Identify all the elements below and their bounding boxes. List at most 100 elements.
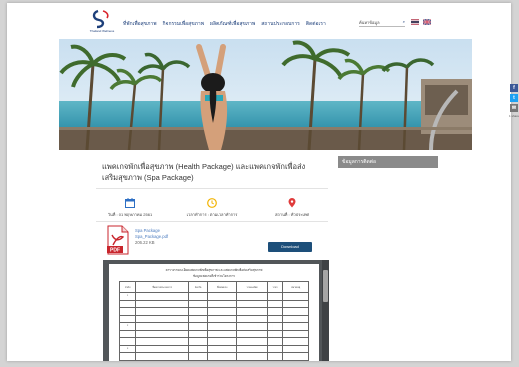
col-header: หมายเหตุ — [282, 281, 309, 293]
table-cell — [266, 359, 284, 361]
table-cell — [118, 314, 137, 323]
table-cell — [266, 344, 284, 353]
table-cell — [188, 329, 209, 338]
table-cell — [188, 337, 209, 346]
file-name[interactable]: Spa Package — [135, 228, 160, 233]
logo-text: Thailand Wellness — [89, 29, 115, 33]
table-cell — [118, 337, 137, 346]
table-cell — [266, 299, 284, 308]
table-cell — [282, 359, 309, 361]
clock-icon — [207, 198, 217, 208]
table-cell — [282, 322, 309, 331]
table-cell — [207, 352, 238, 361]
table-cell — [266, 337, 284, 346]
col-header: ลำดับ — [118, 281, 137, 293]
table-cell — [135, 292, 190, 301]
table-cell: 3 — [118, 344, 137, 353]
nav-item-activities[interactable]: กิจกรรมเพื่อสุขภาพ — [163, 20, 205, 28]
viewer-scrollbar[interactable] — [322, 260, 329, 361]
table-cell — [135, 344, 190, 353]
download-button[interactable]: Download — [268, 242, 312, 252]
site-logo[interactable]: Thailand Wellness — [85, 8, 119, 36]
pdf-badge-text: PDF — [110, 248, 120, 254]
table-cell — [135, 307, 190, 316]
page-title: แพคเกจพักเพื่อสุขภาพ (Health Package) แล… — [102, 162, 306, 182]
table-body: 1 2 3 — [118, 292, 309, 361]
table-cell — [188, 344, 209, 353]
title-divider — [96, 188, 328, 189]
nav-item-products[interactable]: ผลิตภัณฑ์เพื่อสุขภาพ — [210, 20, 255, 28]
table-cell — [266, 314, 284, 323]
table-cell — [266, 307, 284, 316]
table-cell — [135, 299, 190, 308]
table-cell — [118, 299, 137, 308]
table-row: 2 — [118, 322, 309, 331]
table-header-row: ลำดับ ชื่อสถานประกอบการ จังหวัด ชื่อแพคเ… — [118, 281, 309, 293]
table-cell — [282, 307, 309, 316]
pdf-viewer[interactable]: ตารางรายละเอียดแพคเกจพักเพื่อสุขภาพ และแ… — [103, 260, 329, 361]
table-cell — [118, 359, 137, 361]
file-size: 206.22 KB — [135, 240, 155, 245]
table-row — [118, 299, 309, 308]
table-cell — [236, 344, 268, 353]
col-header: ชื่อสถานประกอบการ — [135, 281, 190, 293]
table-cell — [135, 359, 190, 361]
date-label: วันที่ : 01 พฤษภาคม 2561 — [107, 212, 153, 217]
table-row — [118, 359, 309, 361]
table-cell — [207, 337, 238, 346]
site-header: Thailand Wellness ที่พักเพื่อสุขภาพ กิจก… — [7, 3, 511, 39]
table-cell — [135, 352, 190, 361]
table-cell — [266, 292, 284, 301]
pdf-file-icon[interactable]: PDF — [107, 225, 129, 255]
col-header: จังหวัด — [188, 281, 209, 293]
location-info: สถานที่ : ทั่วประเทศ — [257, 198, 327, 218]
scrollbar-thumb[interactable] — [323, 270, 328, 302]
twitter-share-button[interactable]: t — [510, 94, 518, 102]
table-cell — [282, 299, 309, 308]
uk-flag-icon[interactable] — [423, 19, 431, 25]
table-cell — [188, 314, 209, 323]
search-icon[interactable]: ⌕ — [403, 19, 405, 24]
table-cell — [188, 322, 209, 331]
table-cell — [236, 352, 268, 361]
hours-label: เวลาทำการ : ตามเวลาทำการ — [186, 212, 238, 217]
nav-item-contact[interactable]: ติดต่อเรา — [306, 20, 326, 28]
table-row — [118, 352, 309, 361]
table-cell — [207, 329, 238, 338]
table-row — [118, 307, 309, 316]
nav-item-lodging[interactable]: ที่พักเพื่อสุขภาพ — [123, 20, 157, 28]
location-pin-icon — [288, 198, 296, 208]
table-cell — [207, 299, 238, 308]
table-cell — [207, 314, 238, 323]
table-cell — [188, 299, 209, 308]
location-label: สถานที่ : ทั่วประเทศ — [274, 212, 310, 217]
table-cell — [282, 344, 309, 353]
table-cell — [118, 352, 137, 361]
table-cell — [282, 292, 309, 301]
table-cell — [188, 359, 209, 361]
search-input[interactable]: ค้นหาข้อมูล ⌕ — [359, 19, 405, 27]
table-cell — [135, 329, 190, 338]
table-cell — [282, 352, 309, 361]
table-cell — [207, 359, 238, 361]
facebook-share-button[interactable]: f — [510, 84, 518, 92]
col-header: ราคา — [266, 281, 284, 293]
table-cell — [282, 314, 309, 323]
email-share-button[interactable]: ✉ — [510, 104, 518, 112]
file-link[interactable]: Spa_Package.pdf — [135, 234, 168, 239]
table-row — [118, 329, 309, 338]
yoga-beach-image — [59, 39, 472, 150]
table-cell — [188, 352, 209, 361]
date-info: วันที่ : 01 พฤษภาคม 2561 — [95, 198, 165, 218]
thai-flag-icon[interactable] — [411, 19, 419, 25]
twitter-icon: t — [513, 95, 515, 101]
package-table: ลำดับ ชื่อสถานประกอบการ จังหวัด ชื่อแพคเ… — [118, 281, 309, 361]
page-card: Thailand Wellness ที่พักเพื่อสุขภาพ กิจก… — [7, 3, 511, 361]
table-cell — [266, 352, 284, 361]
table-cell — [207, 322, 238, 331]
table-row — [118, 337, 309, 346]
main-nav: ที่พักเพื่อสุขภาพ กิจกรรมเพื่อสุขภาพ ผลิ… — [123, 20, 326, 28]
table-row: 3 — [118, 344, 309, 353]
table-cell — [135, 314, 190, 323]
nav-item-businesses[interactable]: สถานประกอบการ — [261, 20, 300, 28]
